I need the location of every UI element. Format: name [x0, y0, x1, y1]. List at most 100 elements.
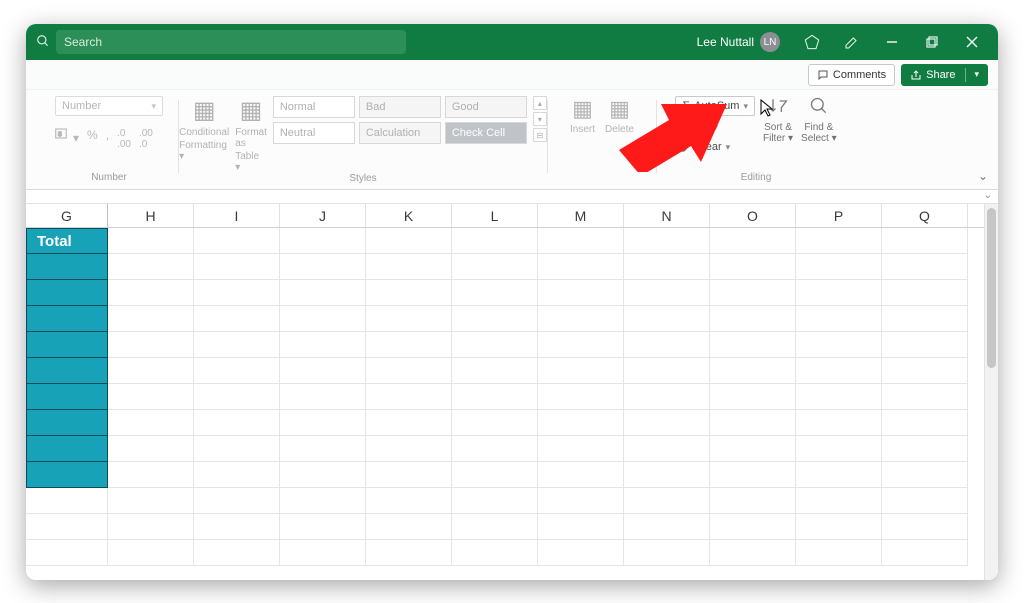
style-gallery-nav[interactable]: ▴ ▾ ⊟ — [533, 96, 547, 144]
cell[interactable] — [538, 254, 624, 280]
cell[interactable] — [710, 540, 796, 566]
cell[interactable] — [366, 540, 452, 566]
cell[interactable] — [538, 514, 624, 540]
cell[interactable] — [882, 228, 968, 254]
style-normal[interactable]: Normal — [273, 96, 355, 118]
cell[interactable] — [366, 514, 452, 540]
vertical-scrollbar[interactable] — [984, 204, 998, 580]
cell[interactable] — [796, 514, 882, 540]
cell[interactable] — [26, 280, 108, 306]
cell[interactable] — [882, 254, 968, 280]
cell[interactable] — [108, 228, 194, 254]
cell[interactable] — [796, 488, 882, 514]
sort-filter-button[interactable]: Sort & Filter ▾ — [763, 96, 793, 144]
cell[interactable] — [194, 436, 280, 462]
cell[interactable] — [624, 514, 710, 540]
spreadsheet-grid[interactable]: GHIJKLMNOPQ Total — [26, 204, 998, 580]
cell[interactable] — [280, 254, 366, 280]
cell[interactable] — [108, 254, 194, 280]
chevron-down-icon[interactable]: ⌄ — [984, 190, 992, 203]
cell[interactable] — [882, 280, 968, 306]
cell[interactable] — [624, 488, 710, 514]
chevron-up-icon[interactable]: ▴ — [533, 96, 547, 110]
more-styles-icon[interactable]: ⊟ — [533, 128, 547, 142]
search-input[interactable] — [56, 30, 406, 54]
cell[interactable] — [710, 228, 796, 254]
share-button[interactable]: Share ▾ — [901, 64, 988, 86]
cell[interactable] — [538, 540, 624, 566]
column-header[interactable]: G — [26, 204, 108, 227]
cell[interactable] — [194, 488, 280, 514]
cell[interactable] — [26, 410, 108, 436]
number-format-select[interactable]: Number ▾ — [55, 96, 163, 116]
cell[interactable] — [710, 358, 796, 384]
cell[interactable] — [538, 462, 624, 488]
cell[interactable] — [280, 384, 366, 410]
cell[interactable] — [882, 306, 968, 332]
cell[interactable] — [452, 540, 538, 566]
cell[interactable] — [280, 410, 366, 436]
cell[interactable] — [26, 384, 108, 410]
collapse-ribbon-icon[interactable]: ⌄ — [978, 169, 988, 183]
scrollbar-thumb[interactable] — [987, 208, 996, 368]
cell[interactable] — [624, 540, 710, 566]
cell[interactable] — [796, 358, 882, 384]
cell[interactable] — [452, 228, 538, 254]
cell[interactable] — [366, 306, 452, 332]
cell[interactable] — [710, 254, 796, 280]
cell[interactable] — [280, 514, 366, 540]
cell[interactable] — [710, 514, 796, 540]
cell[interactable] — [194, 280, 280, 306]
minimize-button[interactable] — [872, 24, 912, 60]
cell[interactable] — [26, 540, 108, 566]
autosum-button[interactable]: ∑ AutoSum ▾ — [675, 96, 755, 116]
cell[interactable] — [710, 410, 796, 436]
cell[interactable] — [796, 436, 882, 462]
cell[interactable] — [366, 280, 452, 306]
cell[interactable] — [882, 540, 968, 566]
decrease-decimal-icon[interactable]: .00.0 — [139, 128, 153, 150]
cell[interactable] — [538, 280, 624, 306]
cell[interactable] — [624, 358, 710, 384]
chevron-down-icon[interactable]: ▾ — [533, 112, 547, 126]
cell[interactable] — [108, 280, 194, 306]
cell[interactable] — [194, 410, 280, 436]
cell[interactable] — [194, 228, 280, 254]
column-header[interactable]: J — [280, 204, 366, 227]
cell[interactable] — [366, 410, 452, 436]
cell[interactable] — [796, 332, 882, 358]
column-header[interactable]: K — [366, 204, 452, 227]
cell[interactable] — [882, 384, 968, 410]
cell[interactable] — [452, 436, 538, 462]
cell[interactable] — [710, 306, 796, 332]
cell[interactable] — [366, 228, 452, 254]
cell[interactable] — [26, 306, 108, 332]
cell[interactable] — [882, 514, 968, 540]
cell[interactable] — [26, 358, 108, 384]
cell[interactable] — [26, 332, 108, 358]
cell[interactable] — [280, 358, 366, 384]
cell[interactable] — [366, 384, 452, 410]
cell[interactable] — [280, 488, 366, 514]
cell[interactable] — [280, 306, 366, 332]
column-header[interactable]: P — [796, 204, 882, 227]
cell[interactable] — [452, 280, 538, 306]
style-neutral[interactable]: Neutral — [273, 122, 355, 144]
style-calculation[interactable]: Calculation — [359, 122, 441, 144]
column-header[interactable]: I — [194, 204, 280, 227]
cell[interactable] — [538, 384, 624, 410]
cell[interactable] — [452, 410, 538, 436]
conditional-formatting-button[interactable]: ▦ Conditional Formatting ▾ — [179, 96, 229, 162]
insert-button[interactable]: ▦ Insert — [570, 96, 595, 135]
style-checkcell[interactable]: Check Cell — [445, 122, 527, 144]
total-header-cell[interactable]: Total — [26, 228, 108, 254]
cell[interactable] — [194, 254, 280, 280]
fill-button[interactable]: Fill ▾ — [675, 118, 755, 136]
cell[interactable] — [538, 410, 624, 436]
cell[interactable] — [538, 436, 624, 462]
cell[interactable] — [194, 384, 280, 410]
cell[interactable] — [194, 514, 280, 540]
cell[interactable] — [194, 462, 280, 488]
find-select-button[interactable]: Find & Select ▾ — [801, 96, 837, 144]
column-header[interactable]: M — [538, 204, 624, 227]
